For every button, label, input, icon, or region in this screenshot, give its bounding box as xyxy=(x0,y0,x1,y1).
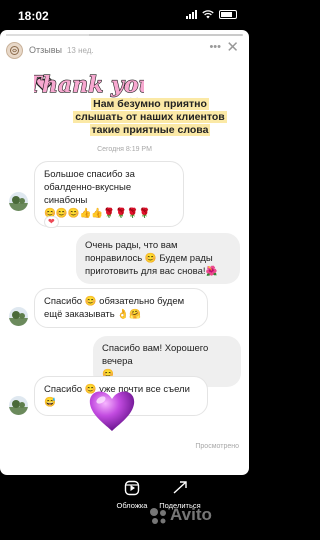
status-icons xyxy=(186,10,237,19)
customer-avatar xyxy=(9,307,28,326)
message-line: Большое спасибо за xyxy=(44,169,135,180)
customer-avatar xyxy=(9,192,28,211)
purple-heart-sticker xyxy=(89,391,135,431)
sticker-text: Thank you xyxy=(34,72,144,98)
message-reaction[interactable]: ❤ xyxy=(44,216,59,228)
close-icon[interactable]: ✕ xyxy=(226,38,239,56)
story-caption: Нам безумно приятно слышать от наших кли… xyxy=(60,98,240,137)
story-view[interactable]: Отзывы 13 нед. ••• ✕ Thank you Нам безум… xyxy=(0,30,249,475)
post-age: 13 нед. xyxy=(66,45,94,55)
logo-icon xyxy=(10,45,19,55)
wifi-icon xyxy=(202,10,214,19)
message-line: Спасибо 😊 обязательно будем xyxy=(44,296,185,307)
message-bubble-outgoing[interactable]: Очень рады, что вам понравилось 😊 Будем … xyxy=(76,233,240,284)
message-line: приготовить для вас снова!🌺 xyxy=(85,266,218,277)
message-line: обалденно-вкусные синабоны xyxy=(44,182,132,206)
story-progress-bar xyxy=(6,34,243,36)
caption-line: такие приятные слова xyxy=(89,124,211,136)
customer-photo xyxy=(9,307,28,326)
caption-line: слышать от наших клиентов xyxy=(73,111,227,123)
caption-line: Нам безумно приятно xyxy=(91,98,209,110)
cover-icon xyxy=(124,480,140,496)
avito-watermark: Avito xyxy=(148,505,244,527)
story-progress-fill xyxy=(6,34,89,36)
customer-avatar xyxy=(9,396,28,415)
message-line: ещё заказывать 👌🤗 xyxy=(44,309,141,320)
message-bubble-incoming[interactable]: Спасибо 😊 обязательно будем ещё заказыва… xyxy=(34,288,208,328)
watermark-text: Avito xyxy=(170,505,212,524)
status-bar: 18:02 xyxy=(0,0,249,30)
account-avatar[interactable] xyxy=(6,41,23,59)
account-name[interactable]: Отзывы xyxy=(29,45,62,55)
status-time: 18:02 xyxy=(18,9,49,23)
share-icon xyxy=(173,481,187,494)
signal-icon xyxy=(186,10,197,19)
avito-logo-icon xyxy=(150,508,166,524)
story-header: Отзывы 13 нед. ••• ✕ xyxy=(6,38,243,59)
ellipsis-icon[interactable]: ••• xyxy=(209,41,221,53)
seen-status: Просмотрено xyxy=(195,443,239,450)
date-separator: Сегодня 8:19 PM xyxy=(97,146,152,153)
battery-icon xyxy=(219,10,237,19)
message-line: Очень рады, что вам xyxy=(85,240,178,251)
message-line: Спасибо вам! Хорошего вечера xyxy=(102,343,209,367)
customer-photo xyxy=(9,396,28,415)
message-line: 😊😊😊👍👍🌹🌹🌹🌹 xyxy=(44,208,151,219)
message-line: понравилось 😊 Будем рады xyxy=(85,253,213,264)
customer-photo xyxy=(9,192,28,211)
